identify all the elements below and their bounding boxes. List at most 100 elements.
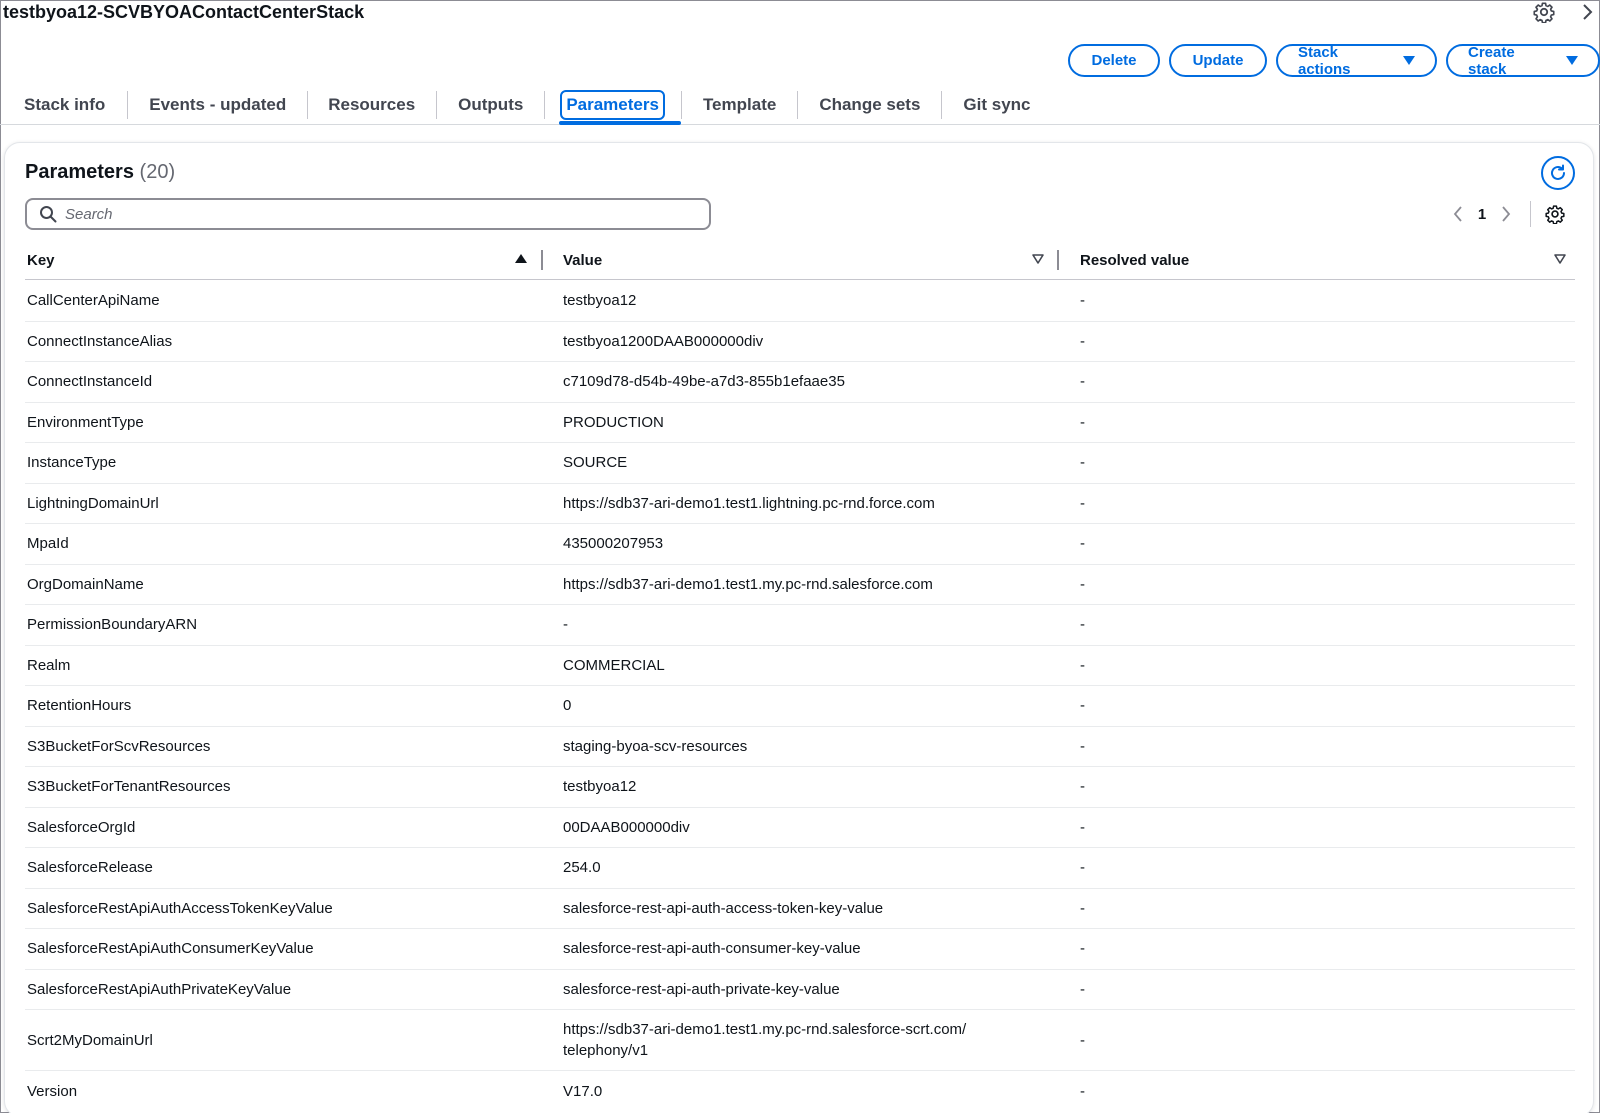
- parameter-key: RetentionHours: [27, 697, 132, 715]
- table-row: CallCenterApiName testbyoa12 -: [25, 281, 1575, 322]
- table-row: Realm COMMERCIAL -: [25, 646, 1575, 686]
- tab-resources[interactable]: Resources: [328, 86, 415, 124]
- previous-page-button[interactable]: [1448, 202, 1468, 226]
- table-row: EnvironmentType PRODUCTION -: [25, 403, 1575, 443]
- parameter-value: -: [563, 616, 568, 634]
- parameter-resolved-value: -: [1080, 373, 1085, 391]
- parameter-resolved-value: -: [1080, 1082, 1085, 1100]
- parameter-value: testbyoa12: [563, 292, 637, 310]
- column-resizer[interactable]: [1057, 250, 1059, 270]
- parameter-key: SalesforceRestApiAuthPrivateKeyValue: [27, 980, 292, 998]
- tab-divider: [680, 91, 682, 119]
- create-stack-dropdown[interactable]: Create stack: [1446, 43, 1600, 78]
- parameter-resolved-value: -: [1080, 737, 1085, 755]
- parameter-key: SalesforceOrgId: [27, 818, 136, 836]
- tab-events[interactable]: Events - updated: [149, 86, 286, 124]
- delete-button-label: Delete: [1091, 52, 1137, 69]
- column-resizer[interactable]: [541, 250, 543, 270]
- table-row: ConnectInstanceAlias testbyoa1200DAAB0000…: [25, 322, 1575, 362]
- parameter-key: MpaId: [27, 535, 69, 553]
- sort-icon[interactable]: [1553, 252, 1567, 266]
- table-row: RetentionHours 0 -: [25, 686, 1575, 727]
- current-page-number[interactable]: 1: [1468, 206, 1496, 223]
- parameter-value: testbyoa12: [563, 778, 637, 796]
- tab-template[interactable]: Template: [703, 86, 776, 124]
- parameter-resolved-value: -: [1080, 292, 1085, 310]
- tab-divider: [797, 91, 799, 119]
- parameter-resolved-value: -: [1080, 980, 1085, 998]
- stack-actions-toolbar: Delete Update Stack actions Create stack: [1068, 43, 1600, 78]
- table-row: S3BucketForScvResources staging-byoa-scv-…: [25, 727, 1575, 767]
- parameter-key: SalesforceRelease: [27, 859, 153, 877]
- gear-icon[interactable]: [1545, 204, 1565, 224]
- tab-git-sync[interactable]: Git sync: [963, 86, 1030, 124]
- parameter-value: COMMERCIAL: [563, 656, 665, 674]
- table-row: SalesforceOrgId 00DAAB000000div -: [25, 808, 1575, 848]
- parameter-resolved-value: -: [1080, 818, 1085, 836]
- table-row: Scrt2MyDomainUrl https://sdb37-ari-demo1.…: [25, 1010, 1575, 1071]
- table-row: SalesforceRestApiAuthAccessTokenKeyValue…: [25, 889, 1575, 929]
- tab-outputs[interactable]: Outputs: [458, 86, 523, 124]
- parameter-value: salesforce-rest-api-auth-consumer-key-va…: [563, 940, 861, 958]
- update-button-label: Update: [1192, 52, 1244, 69]
- parameter-value: https://sdb37-ari-demo1.test1.lightning.…: [563, 494, 935, 512]
- tab-label: Outputs: [458, 95, 524, 114]
- tab-label: Resources: [328, 95, 416, 114]
- table-row: S3BucketForTenantResources testbyoa12 -: [25, 767, 1575, 808]
- table-row: MpaId 435000207953 -: [25, 524, 1575, 565]
- search-field[interactable]: [25, 198, 711, 230]
- parameter-value: salesforce-rest-api-auth-access-token-ke…: [563, 899, 884, 917]
- tab-stack-info[interactable]: Stack info: [24, 86, 105, 124]
- tab-divider: [307, 91, 309, 119]
- pagination: 1: [1448, 201, 1565, 227]
- parameter-key: CallCenterApiName: [27, 292, 160, 310]
- tab-divider: [127, 91, 129, 119]
- parameter-resolved-value: -: [1080, 940, 1085, 958]
- column-header-resolved-value[interactable]: Resolved value: [1080, 248, 1189, 272]
- chevron-right-icon[interactable]: [1580, 2, 1596, 22]
- column-header-key[interactable]: Key: [27, 248, 55, 272]
- next-page-button[interactable]: [1496, 202, 1516, 226]
- tab-label: Events - updated: [149, 95, 287, 114]
- search-input[interactable]: [65, 205, 665, 223]
- parameter-value: 00DAAB000000div: [563, 818, 690, 836]
- parameter-value: salesforce-rest-api-auth-private-key-val…: [563, 980, 840, 998]
- caret-down-icon: [1403, 56, 1415, 65]
- chevron-left-icon: [1453, 206, 1462, 222]
- tab-label: Stack info: [24, 95, 106, 114]
- pager-divider: [1530, 201, 1531, 227]
- refresh-icon: [1551, 164, 1565, 180]
- parameter-key: S3BucketForScvResources: [27, 737, 211, 755]
- parameter-key: ConnectInstanceAlias: [27, 332, 173, 350]
- parameter-resolved-value: -: [1080, 697, 1085, 715]
- parameter-resolved-value: -: [1080, 413, 1085, 431]
- parameter-resolved-value: -: [1080, 859, 1085, 877]
- tab-parameters[interactable]: Parameters: [559, 86, 681, 125]
- tab-change-sets[interactable]: Change sets: [819, 86, 920, 124]
- parameter-value: 435000207953: [563, 535, 664, 553]
- caret-down-icon: [1566, 56, 1578, 65]
- parameter-key: Version: [27, 1082, 78, 1100]
- create-stack-label: Create stack: [1468, 43, 1515, 78]
- table-row: Version V17.0 -: [25, 1071, 1575, 1112]
- gear-icon[interactable]: [1533, 1, 1555, 23]
- parameter-resolved-value: -: [1080, 332, 1085, 350]
- stack-actions-dropdown[interactable]: Stack actions: [1276, 44, 1437, 78]
- parameter-key: EnvironmentType: [27, 413, 144, 431]
- tab-divider: [436, 91, 438, 119]
- sort-ascending-icon[interactable]: [515, 254, 527, 263]
- parameter-value: https://sdb37-ari-demo1.test1.my.pc-rnd.…: [563, 575, 933, 593]
- table-row: SalesforceRestApiAuthPrivateKeyValue sale…: [25, 970, 1575, 1010]
- refresh-button[interactable]: [1541, 156, 1575, 190]
- parameter-key: ConnectInstanceId: [27, 373, 153, 391]
- table-row: SalesforceRestApiAuthConsumerKeyValue sal…: [25, 929, 1575, 970]
- update-button[interactable]: Update: [1169, 44, 1267, 77]
- parameter-resolved-value: -: [1080, 1031, 1085, 1049]
- tab-label: Change sets: [819, 95, 921, 114]
- sort-icon[interactable]: [1031, 252, 1045, 266]
- parameter-resolved-value: -: [1080, 616, 1085, 634]
- column-header-value[interactable]: Value: [563, 248, 602, 272]
- parameter-key: S3BucketForTenantResources: [27, 778, 231, 796]
- delete-button[interactable]: Delete: [1068, 44, 1160, 77]
- table-row: ConnectInstanceId c7109d78-d54b-49be-a7d3…: [25, 362, 1575, 403]
